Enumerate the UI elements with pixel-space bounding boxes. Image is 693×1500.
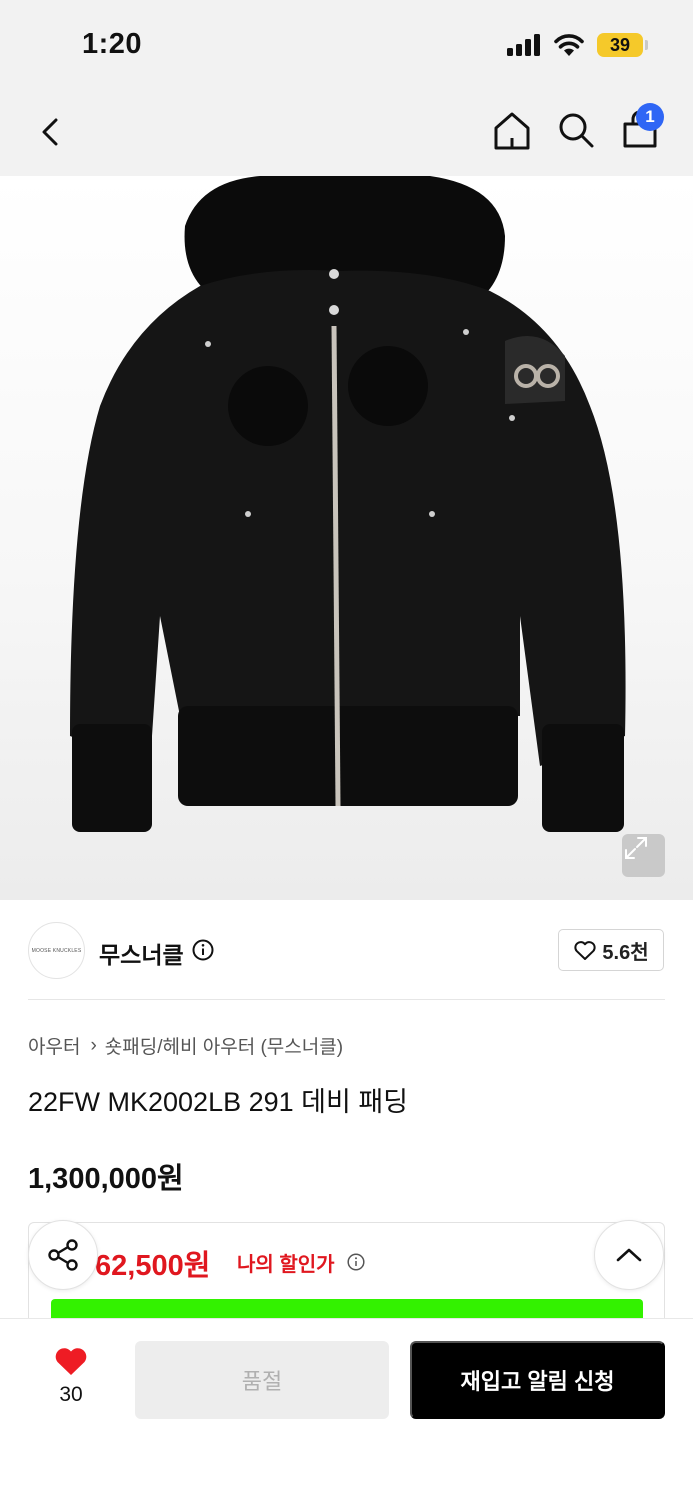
- home-icon[interactable]: [491, 110, 533, 152]
- back-icon[interactable]: [36, 112, 66, 152]
- brand-name[interactable]: 무스너클: [99, 936, 184, 970]
- product-price: 1,300,000원: [28, 1163, 184, 1195]
- discount-price: 62,500원: [95, 1250, 211, 1282]
- breadcrumb: 아우터 › 숏패딩/헤비 아우터 (무스너클): [28, 1032, 343, 1059]
- chevron-right-icon: ›: [90, 1034, 97, 1056]
- breadcrumb-item-outer[interactable]: 아우터: [28, 1032, 80, 1059]
- jacket-illustration: [70, 176, 626, 832]
- battery-cap: [645, 40, 648, 50]
- discount-card: 62,500원 나의 할인가: [28, 1222, 665, 1332]
- wish-count: 30: [59, 1383, 83, 1406]
- info-icon[interactable]: [192, 939, 214, 961]
- status-time: 1:20: [82, 28, 143, 60]
- share-button[interactable]: [28, 1220, 98, 1290]
- search-icon[interactable]: [556, 110, 596, 150]
- battery-indicator: 39: [597, 33, 643, 57]
- brand-like-count: 5.6천: [602, 941, 649, 964]
- signal-icon: [507, 34, 543, 56]
- heart-outline-icon: [574, 940, 597, 960]
- brand-logo[interactable]: MOOSE KNUCKLES: [28, 922, 85, 979]
- brand-like-button[interactable]: 5.6천: [558, 929, 664, 971]
- brand-row[interactable]: MOOSE KNUCKLES 무스너클 5.6천: [28, 922, 665, 980]
- wifi-icon: [554, 34, 584, 56]
- share-icon: [48, 1239, 78, 1271]
- info-icon[interactable]: [347, 1253, 365, 1271]
- heart-filled-icon: [55, 1348, 87, 1375]
- bottom-bar: 30 품절 재입고 알림 신청: [0, 1318, 693, 1500]
- soldout-button[interactable]: 품절: [135, 1341, 389, 1419]
- discount-label: 나의 할인가: [237, 1254, 335, 1276]
- cart-count-badge: 1: [636, 103, 664, 131]
- brand-logo-text: MOOSE KNUCKLES: [31, 947, 82, 954]
- chevron-up-icon: [616, 1248, 642, 1262]
- restock-alert-button[interactable]: 재입고 알림 신청: [410, 1341, 665, 1419]
- collapse-button[interactable]: [594, 1220, 664, 1290]
- nav-bar: [0, 90, 693, 176]
- divider: [28, 999, 665, 1000]
- breadcrumb-item-short-padding[interactable]: 숏패딩/헤비 아우터 (무스너클): [105, 1032, 343, 1059]
- status-bar: 1:20 39: [0, 0, 693, 90]
- expand-icon: [625, 837, 647, 859]
- wish-button[interactable]: 30: [36, 1345, 106, 1415]
- product-title: 22FW MK2002LB 291 데비 패딩: [28, 1087, 409, 1117]
- product-image[interactable]: [0, 176, 693, 900]
- expand-button[interactable]: [622, 834, 665, 877]
